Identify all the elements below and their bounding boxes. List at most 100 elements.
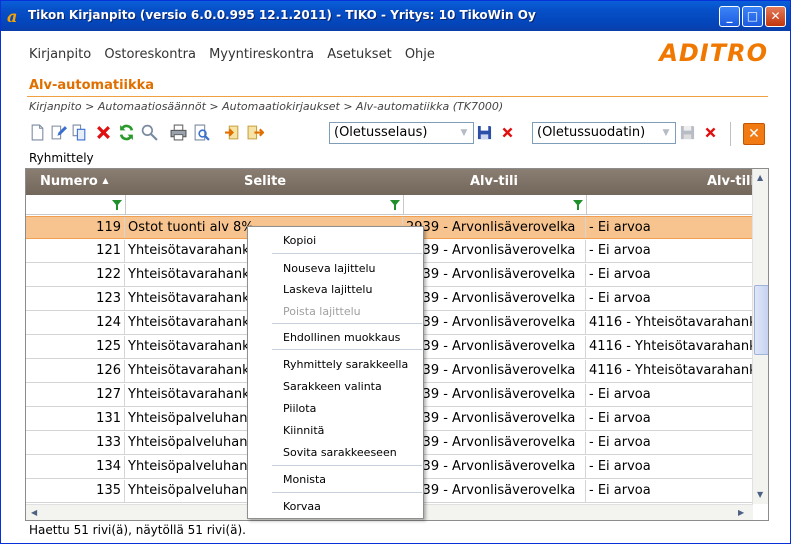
cell-numero[interactable]: 123 xyxy=(26,288,125,311)
window-title: Tikon Kirjanpito (versio 6.0.0.995 12.1.… xyxy=(28,8,536,22)
print-icon[interactable] xyxy=(170,124,187,141)
scroll-down-icon[interactable]: ▼ xyxy=(757,490,763,499)
app-window: a Tikon Kirjanpito (versio 6.0.0.995 12.… xyxy=(0,0,791,544)
close-view-button[interactable]: ✕ xyxy=(743,123,765,145)
menu-item-hide[interactable]: Piilota xyxy=(283,402,316,415)
column-header-alv-tili[interactable]: Alv-tili xyxy=(470,174,518,189)
scroll-right-icon[interactable]: ▶ xyxy=(738,508,744,517)
menu-myyntireskontra[interactable]: Myyntireskontra xyxy=(209,47,314,62)
cell-alv-tili2[interactable]: - Ei arvoa xyxy=(586,456,766,478)
delete-view-icon[interactable] xyxy=(501,126,514,139)
vertical-scrollbar[interactable]: ▲ ▼ xyxy=(752,169,768,504)
cell-alv-tili2[interactable]: 4116 - Yhteisötavarahankinnat xyxy=(586,360,766,382)
filter-icon[interactable] xyxy=(112,200,122,210)
save-view-icon[interactable] xyxy=(477,125,492,140)
cell-alv-tili[interactable]: 2939 - Arvonlisäverovelka xyxy=(403,312,586,335)
cell-numero[interactable]: 135 xyxy=(26,480,125,503)
cell-numero[interactable]: 125 xyxy=(26,336,125,359)
search-icon[interactable] xyxy=(141,124,158,141)
export-icon[interactable] xyxy=(247,124,264,141)
cell-alv-tili[interactable]: 2939 - Arvonlisäverovelka xyxy=(403,456,586,479)
menu-ohje[interactable]: Ohje xyxy=(405,47,435,62)
minimize-button[interactable]: _ xyxy=(719,6,740,27)
cell-numero[interactable]: 134 xyxy=(26,456,125,479)
menu-item-fit-to-column[interactable]: Sovita sarakkeeseen xyxy=(283,446,397,459)
cell-numero[interactable]: 127 xyxy=(26,384,125,407)
chevron-down-icon[interactable]: ▼ xyxy=(456,124,472,142)
filter-select[interactable]: (Oletussuodatin) ▼ xyxy=(532,122,676,144)
cell-numero[interactable]: 122 xyxy=(26,264,125,287)
context-menu: Kopioi Nouseva lajittelu Laskeva lajitte… xyxy=(247,226,424,519)
cell-alv-tili[interactable]: 2939 - Arvonlisäverovelka xyxy=(403,408,586,431)
chevron-down-icon[interactable]: ▼ xyxy=(658,124,674,142)
menu-item-column-chooser[interactable]: Sarakkeen valinta xyxy=(283,380,382,393)
cell-numero[interactable]: 131 xyxy=(26,408,125,431)
menu-separator xyxy=(272,323,422,324)
filter-icon[interactable] xyxy=(573,200,583,210)
cell-alv-tili2[interactable]: - Ei arvoa xyxy=(586,384,766,406)
toolbar-divider xyxy=(730,122,731,146)
view-select-value: (Oletusselaus) xyxy=(334,125,428,140)
cell-alv-tili2[interactable]: 4116 - Yhteisötavarahankinnat xyxy=(586,336,766,358)
cell-alv-tili[interactable]: 2939 - Arvonlisäverovelka xyxy=(403,288,586,311)
scrollbar-thumb[interactable] xyxy=(754,285,768,355)
maximize-button[interactable]: □ xyxy=(742,6,763,27)
cell-alv-tili2[interactable]: - Ei arvoa xyxy=(586,240,766,262)
import-icon[interactable] xyxy=(224,124,241,141)
scroll-left-icon[interactable]: ◀ xyxy=(31,508,37,517)
cell-alv-tili[interactable]: 2939 - Arvonlisäverovelka xyxy=(403,432,586,455)
new-document-icon[interactable] xyxy=(29,124,46,141)
cell-alv-tili[interactable]: 2939 - Arvonlisäverovelka xyxy=(403,240,586,263)
menu-item-group-by-column[interactable]: Ryhmittely sarakkeella xyxy=(283,358,408,371)
refresh-icon[interactable] xyxy=(118,124,135,141)
title-bar[interactable]: a Tikon Kirjanpito (versio 6.0.0.995 12.… xyxy=(1,1,790,31)
column-header-numero[interactable]: Numero ▲ xyxy=(40,174,109,189)
cell-numero[interactable]: 126 xyxy=(26,360,125,383)
cell-alv-tili2[interactable]: 4116 - Yhteisötavarahankinnat xyxy=(586,312,766,334)
cell-numero[interactable]: 121 xyxy=(26,240,125,263)
cell-numero[interactable]: 119 xyxy=(26,217,125,239)
filter-icon[interactable] xyxy=(390,200,400,210)
scroll-up-icon[interactable]: ▲ xyxy=(757,173,763,182)
view-select[interactable]: (Oletusselaus) ▼ xyxy=(329,122,474,144)
cell-alv-tili[interactable]: 2939 - Arvonlisäverovelka xyxy=(403,336,586,359)
title-divider xyxy=(27,96,768,97)
menu-ostoreskontra[interactable]: Ostoreskontra xyxy=(104,47,196,62)
menu-separator xyxy=(272,253,422,254)
cell-alv-tili2[interactable]: - Ei arvoa xyxy=(586,408,766,430)
menu-asetukset[interactable]: Asetukset xyxy=(327,47,391,62)
aditro-logo: ADITRO xyxy=(659,39,768,67)
menu-item-sort-descending[interactable]: Laskeva lajittelu xyxy=(283,283,372,296)
edit-icon[interactable] xyxy=(50,124,67,141)
cell-alv-tili[interactable]: 2939 - Arvonlisäverovelka xyxy=(403,217,586,239)
cell-alv-tili[interactable]: 2939 - Arvonlisäverovelka xyxy=(403,480,586,503)
save-filter-icon[interactable] xyxy=(680,125,695,140)
cell-alv-tili2[interactable]: - Ei arvoa xyxy=(586,432,766,454)
close-button[interactable]: ✕ xyxy=(765,6,786,27)
cell-alv-tili[interactable]: 2939 - Arvonlisäverovelka xyxy=(403,264,586,287)
tiko-app-icon: a xyxy=(7,7,18,26)
menu-item-sort-ascending[interactable]: Nouseva lajittelu xyxy=(283,262,376,275)
menu-item-duplicate[interactable]: Monista xyxy=(283,473,326,486)
cell-alv-tili2[interactable]: - Ei arvoa xyxy=(586,264,766,286)
print-preview-icon[interactable] xyxy=(193,124,210,141)
column-header-selite[interactable]: Selite xyxy=(244,174,286,189)
cell-alv-tili2[interactable]: - Ei arvoa xyxy=(586,480,766,502)
cell-alv-tili2[interactable]: - Ei arvoa xyxy=(586,217,766,238)
cell-alv-tili[interactable]: 2939 - Arvonlisäverovelka xyxy=(403,384,586,407)
cell-numero[interactable]: 133 xyxy=(26,432,125,455)
status-bar: Haettu 51 rivi(ä), näytöllä 51 rivi(ä). xyxy=(29,523,246,537)
cell-alv-tili2[interactable]: - Ei arvoa xyxy=(586,288,766,310)
menu-kirjanpito[interactable]: Kirjanpito xyxy=(29,47,91,62)
grid-header: Numero ▲ Selite Alv-tili Alv-tili2 xyxy=(26,169,764,195)
menu-item-copy[interactable]: Kopioi xyxy=(283,234,316,247)
copy-icon[interactable] xyxy=(71,124,88,141)
cell-alv-tili[interactable]: 2939 - Arvonlisäverovelka xyxy=(403,360,586,383)
menu-item-conditional-edit[interactable]: Ehdollinen muokkaus xyxy=(283,331,400,344)
delete-filter-icon[interactable] xyxy=(704,126,717,139)
menu-item-pin[interactable]: Kiinnitä xyxy=(283,424,324,437)
menu-item-replace[interactable]: Korvaa xyxy=(283,500,321,513)
cell-numero[interactable]: 124 xyxy=(26,312,125,335)
delete-icon[interactable] xyxy=(95,124,112,141)
menu-item-remove-sort: Poista lajittelu xyxy=(283,305,361,318)
